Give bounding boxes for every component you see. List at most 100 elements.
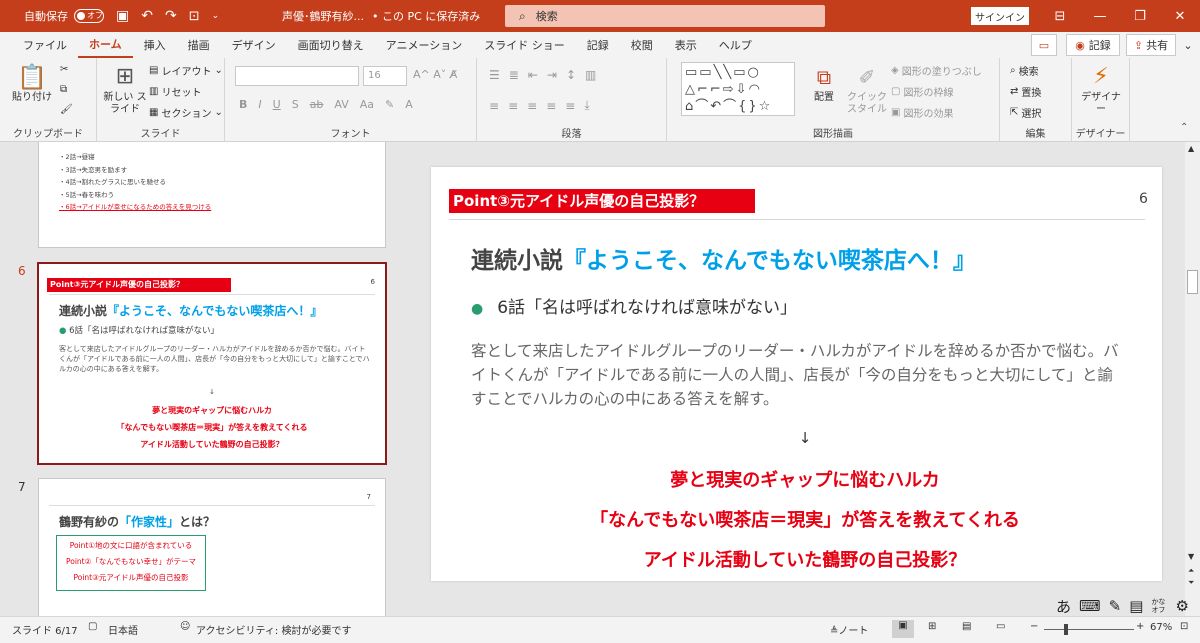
text-direction-icon[interactable]: ⤓ xyxy=(584,98,589,113)
new-slide-button[interactable]: ⊞ 新しい スライド xyxy=(103,62,147,116)
numbering-icon[interactable]: ≣ xyxy=(509,68,519,82)
font-format-row[interactable]: B I U Sab AV Aa ✎ A xyxy=(239,98,413,111)
layout-button[interactable]: ▤ レイアウト ⌄ xyxy=(149,63,223,78)
zoom-in-icon[interactable]: + xyxy=(1136,621,1144,632)
tab-11[interactable]: ヘルプ xyxy=(708,32,763,58)
align-row[interactable]: ≡ ≡ ≡ ≡ ≡ ⤓ xyxy=(489,98,590,113)
reading-view-icon[interactable]: ▤ xyxy=(962,621,971,632)
record-button[interactable]: ◉ 記録 xyxy=(1066,34,1120,56)
underline-icon[interactable]: U xyxy=(273,98,281,111)
arrange-button[interactable]: ⧉ 配置 xyxy=(805,62,843,104)
restore-icon[interactable]: ❐ xyxy=(1120,0,1160,32)
tab-3[interactable]: 描画 xyxy=(177,32,221,58)
tab-4[interactable]: デザイン xyxy=(221,32,287,58)
ime-kana-off[interactable]: かな オフ xyxy=(1151,598,1167,614)
ime-pad-icon[interactable]: ⌨ xyxy=(1079,597,1101,615)
share-button[interactable]: ⇪ 共有 xyxy=(1126,34,1176,56)
strike-icon[interactable]: ab xyxy=(310,98,324,111)
highlight-icon[interactable]: ✎ xyxy=(385,98,394,111)
scroll-down-icon[interactable]: ▼ xyxy=(1188,552,1194,561)
ime-mode-a[interactable]: あ xyxy=(1056,596,1071,617)
ribbon-more-icon[interactable]: ⌄ xyxy=(1180,34,1196,56)
main-scrollbar[interactable]: ▲ ▼ ⏶ ⏷ xyxy=(1185,142,1200,616)
customize-qat-icon[interactable]: ⌄ xyxy=(206,0,226,32)
font-grow-icon[interactable]: A^ A˅ A̸ xyxy=(413,68,457,81)
justify-icon[interactable]: ≡ xyxy=(546,99,556,113)
next-slide-icon[interactable]: ⏷ xyxy=(1188,578,1194,588)
designer-button[interactable]: ⚡ デザイナー xyxy=(1078,62,1124,116)
tab-1[interactable]: ホーム xyxy=(78,32,133,58)
scroll-up-icon[interactable]: ▲ xyxy=(1188,144,1194,153)
tab-5[interactable]: 画面切り替え xyxy=(287,32,375,58)
quick-style-button[interactable]: ✐ クイック スタイル xyxy=(847,62,887,116)
shadow-icon[interactable]: S xyxy=(292,98,299,111)
main-scroll-thumb[interactable] xyxy=(1187,270,1198,294)
font-size-box[interactable]: 16 xyxy=(363,66,407,86)
slide-sorter-icon[interactable]: ⊞ xyxy=(928,621,936,632)
spelling-icon[interactable]: ▢ xyxy=(88,621,97,632)
collapse-ribbon-icon[interactable]: ⌃ xyxy=(1180,122,1188,133)
font-name-box[interactable] xyxy=(235,66,359,86)
slide-thumbnail-5[interactable]: ・2話→昼寝 ・3話→失恋男を励ます ・4話→割れたグラスに思いを馳せる ・5話… xyxy=(38,142,386,248)
save-icon[interactable]: ▣ xyxy=(110,0,135,32)
slideshow-view-icon[interactable]: ▭ xyxy=(996,621,1005,632)
select-button[interactable]: ⇱ 選択 xyxy=(1010,105,1041,120)
minimize-icon[interactable]: — xyxy=(1080,0,1120,32)
align-right-icon[interactable]: ≡ xyxy=(527,99,537,113)
font-color-icon[interactable]: A xyxy=(405,98,413,111)
replace-button[interactable]: ⇄ 置換 xyxy=(1010,84,1041,99)
reset-button[interactable]: ▥ リセット xyxy=(149,84,201,99)
tab-9[interactable]: 校閲 xyxy=(620,32,664,58)
bullets-icon[interactable]: ☰ xyxy=(489,68,500,82)
search-box[interactable]: ⌕ 検索 xyxy=(505,5,825,27)
tab-7[interactable]: スライド ショー xyxy=(473,32,576,58)
indent-decrease-icon[interactable]: ⇤ xyxy=(528,68,538,82)
ime-settings-icon[interactable]: ⚙ xyxy=(1175,597,1188,615)
zoom-level[interactable]: 67% xyxy=(1150,622,1172,633)
zoom-out-icon[interactable]: − xyxy=(1030,621,1038,632)
accessibility-status[interactable]: アクセシビリティ: 検討が必要です xyxy=(196,622,351,637)
format-painter-button[interactable]: 🖌 xyxy=(60,104,73,115)
line-spacing-icon[interactable]: ↕ xyxy=(566,68,576,82)
section-button[interactable]: ▦ セクション ⌄ xyxy=(149,105,223,120)
close-icon[interactable]: ✕ xyxy=(1160,0,1200,32)
tab-8[interactable]: 記録 xyxy=(576,32,620,58)
signin-button[interactable]: サインイン xyxy=(971,7,1029,25)
italic-icon[interactable]: I xyxy=(258,98,261,111)
notes-button[interactable]: ≜ノート xyxy=(830,622,868,637)
columns-icon[interactable]: ▥ xyxy=(585,68,596,82)
case-icon[interactable]: Aa xyxy=(360,98,374,111)
comments-button[interactable]: ▭ xyxy=(1031,34,1057,56)
copy-button[interactable]: ⧉ xyxy=(60,84,67,95)
align-left-icon[interactable]: ≡ xyxy=(489,99,499,113)
redo-icon[interactable]: ↷ xyxy=(159,0,183,32)
distributed-icon[interactable]: ≡ xyxy=(565,99,575,113)
slide-thumbnail-7[interactable]: 7 鶴野有紗の「作家性」とは？ Point①地の文に口語が含まれている Poin… xyxy=(38,478,386,616)
slide-thumbnail-6[interactable]: Point③元アイドル声優の自己投影？ 6 連続小説『ようこそ、なんでもない喫茶… xyxy=(37,262,387,465)
tab-2[interactable]: 挿入 xyxy=(133,32,177,58)
main-slide[interactable]: Point③元アイドル声優の自己投影？ 6 連続小説『ようこそ、なんでもない喫茶… xyxy=(431,167,1162,581)
undo-icon[interactable]: ↶ xyxy=(135,0,159,32)
shape-effect-button[interactable]: ▣ 図形の効果 xyxy=(891,105,953,120)
bold-icon[interactable]: B xyxy=(239,98,247,111)
shapes-gallery[interactable]: ▭▭╲╲▭○ △⌐⌐⇨⇩◠ ⌂⌒↶⌒{}☆ xyxy=(681,62,795,116)
shape-outline-button[interactable]: ▢ 図形の枠線 xyxy=(891,84,953,99)
find-button[interactable]: ⌕ 検索 xyxy=(1010,63,1039,78)
prev-slide-icon[interactable]: ⏶ xyxy=(1188,566,1194,576)
ime-dictionary-icon[interactable]: ▤ xyxy=(1129,597,1143,615)
align-center-icon[interactable]: ≡ xyxy=(508,99,518,113)
ime-tool-icon[interactable]: ✎ xyxy=(1109,597,1122,615)
zoom-slider-thumb[interactable] xyxy=(1064,624,1068,635)
tab-0[interactable]: ファイル xyxy=(12,32,78,58)
list-row[interactable]: ☰ ≣ ⇤ ⇥ ↕ ▥ xyxy=(489,68,596,82)
cut-button[interactable]: ✂ xyxy=(60,64,68,75)
ribbon-display-icon[interactable]: ⊟ xyxy=(1040,0,1080,32)
present-icon[interactable]: ⊡ xyxy=(183,0,206,32)
tab-6[interactable]: アニメーション xyxy=(375,32,474,58)
zoom-slider[interactable] xyxy=(1044,629,1134,630)
tab-10[interactable]: 表示 xyxy=(664,32,708,58)
autosave-toggle[interactable]: オフ xyxy=(74,9,104,23)
paste-button[interactable]: 📋 貼り付け xyxy=(10,62,54,104)
language[interactable]: 日本語 xyxy=(108,622,138,637)
indent-increase-icon[interactable]: ⇥ xyxy=(547,68,557,82)
